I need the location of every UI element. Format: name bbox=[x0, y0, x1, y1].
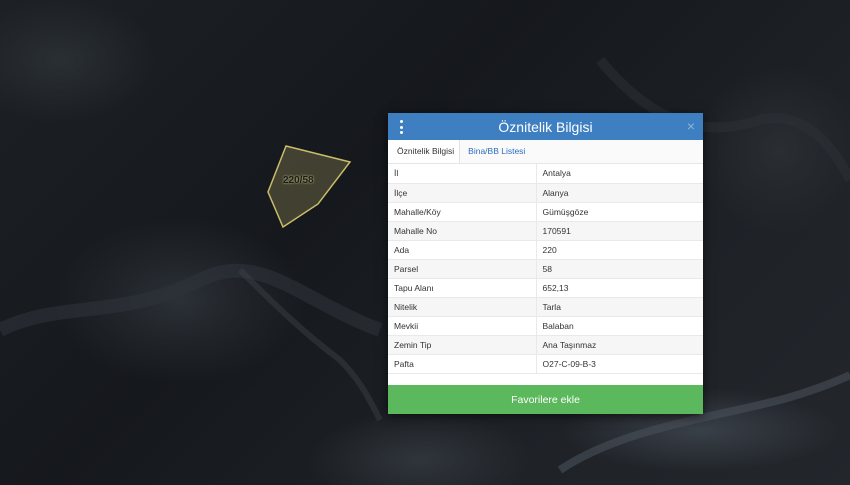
row-key: Mevkii bbox=[388, 316, 537, 336]
vertical-ellipsis-icon[interactable] bbox=[400, 120, 404, 134]
row-value: Tarla bbox=[536, 297, 703, 317]
row-key: Pafta bbox=[388, 354, 537, 374]
row-value: O27-C-09-B-3 bbox=[536, 354, 703, 374]
tab-building-list[interactable]: Bina/BB Listesi bbox=[460, 140, 530, 163]
row-value: 170591 bbox=[536, 221, 703, 241]
attribute-info-popup: Öznitelik Bilgisi × Öznitelik Bilgisi Bi… bbox=[388, 113, 703, 414]
close-icon[interactable]: × bbox=[687, 118, 695, 134]
table-row: Zemin Tip Ana Taşınmaz bbox=[388, 335, 703, 355]
row-key: Ada bbox=[388, 240, 537, 260]
row-value: 220 bbox=[536, 240, 703, 260]
table-row: Parsel 58 bbox=[388, 259, 703, 279]
table-row: Pafta O27-C-09-B-3 bbox=[388, 354, 703, 374]
add-to-favorites-button[interactable]: Favorilere ekle bbox=[388, 385, 703, 414]
row-value: Balaban bbox=[536, 316, 703, 336]
row-key: Zemin Tip bbox=[388, 335, 537, 355]
row-value: Alanya bbox=[536, 183, 703, 203]
table-row: Tapu Alanı 652,13 bbox=[388, 278, 703, 298]
table-row: Mahalle No 170591 bbox=[388, 221, 703, 241]
table-row: İlçe Alanya bbox=[388, 183, 703, 203]
popup-header: Öznitelik Bilgisi × bbox=[388, 113, 703, 140]
row-value: Gümüşgöze bbox=[536, 202, 703, 222]
popup-tabs: Öznitelik Bilgisi Bina/BB Listesi bbox=[388, 140, 703, 164]
attribute-table: İl Antalya İlçe Alanya Mahalle/Köy Gümüşgöze M… bbox=[388, 164, 703, 374]
row-key: Parsel bbox=[388, 259, 537, 279]
row-key: Nitelik bbox=[388, 297, 537, 317]
row-key: Mahalle No bbox=[388, 221, 537, 241]
row-key: Tapu Alanı bbox=[388, 278, 537, 298]
popup-title: Öznitelik Bilgisi bbox=[498, 118, 593, 135]
parcel-label: 220/58 bbox=[283, 175, 314, 186]
tab-attribute-info[interactable]: Öznitelik Bilgisi bbox=[388, 140, 461, 163]
row-value: Antalya bbox=[536, 164, 703, 184]
table-row: İl Antalya bbox=[388, 164, 703, 184]
row-key: İl bbox=[388, 164, 537, 184]
table-row: Ada 220 bbox=[388, 240, 703, 260]
table-row: Nitelik Tarla bbox=[388, 297, 703, 317]
row-value: Ana Taşınmaz bbox=[536, 335, 703, 355]
table-row: Mevkii Balaban bbox=[388, 316, 703, 336]
row-value: 58 bbox=[536, 259, 703, 279]
row-key: İlçe bbox=[388, 183, 537, 203]
row-key: Mahalle/Köy bbox=[388, 202, 537, 222]
row-value: 652,13 bbox=[536, 278, 703, 298]
table-row: Mahalle/Köy Gümüşgöze bbox=[388, 202, 703, 222]
parcel-polygon bbox=[267, 145, 352, 229]
